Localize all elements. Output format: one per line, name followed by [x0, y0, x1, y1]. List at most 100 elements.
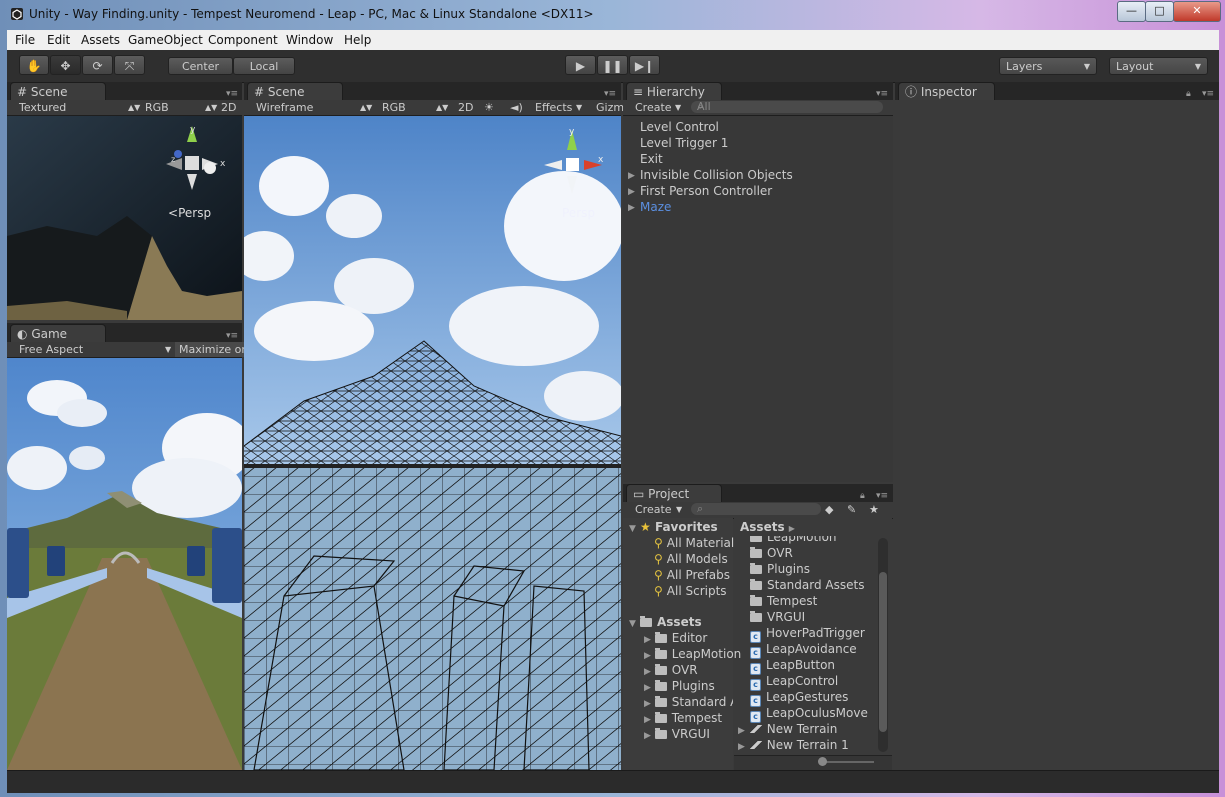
hierarchy-item-exit[interactable]: Exit — [640, 152, 663, 166]
lock-icon[interactable]: 🔒︎ — [1186, 89, 1191, 99]
hierarchy-item-level-control[interactable]: Level Control — [640, 120, 719, 134]
hierarchy-search-input[interactable]: ⌕ All — [691, 101, 883, 113]
breadcrumb[interactable]: Assets ▶ — [740, 520, 795, 534]
mode-2d-toggle[interactable]: 2D — [458, 100, 473, 115]
asset-folder[interactable]: ▶ Editor — [644, 631, 707, 645]
filter-by-label-icon[interactable]: ✎ — [847, 502, 856, 517]
close-button[interactable]: ✕ — [1173, 1, 1221, 22]
tab-game[interactable]: ◐ Game — [10, 324, 106, 342]
favorite-star-icon[interactable]: ★ — [869, 502, 879, 517]
menu-edit[interactable]: Edit — [47, 33, 70, 47]
hierarchy-item-maze[interactable]: Maze — [640, 200, 671, 214]
hierarchy-item-level-trigger[interactable]: Level Trigger 1 — [640, 136, 728, 150]
favorite-item[interactable]: ⚲ All Scripts — [654, 584, 727, 598]
projection-label[interactable]: Persp — [562, 206, 595, 220]
panel-menu-icon[interactable]: ▾≡ — [226, 89, 238, 99]
minimize-button[interactable]: — — [1117, 1, 1146, 22]
collapse-arrow-icon[interactable]: ▼ — [629, 524, 636, 534]
audio-toggle-icon[interactable]: ◄) — [510, 100, 523, 115]
favorites-header[interactable]: ★ Favorites — [640, 520, 718, 534]
hierarchy-item-invisible-collision-objects[interactable]: Invisible Collision Objects — [640, 168, 793, 182]
icon-size-slider-thumb[interactable] — [818, 757, 827, 766]
step-button[interactable]: ▶❙ — [629, 55, 660, 75]
icon-size-slider-track[interactable] — [820, 761, 874, 763]
tab-scene-main[interactable]: # Scene — [247, 82, 343, 100]
panel-menu-icon[interactable]: ▾≡ — [876, 491, 888, 501]
asset-folder[interactable]: ▶ Tempest — [644, 711, 722, 725]
file-item-folder[interactable]: Tempest — [750, 594, 817, 608]
asset-folder[interactable]: ▶ VRGUI — [644, 727, 710, 741]
tab-inspector[interactable]: ⓘ Inspector — [898, 82, 995, 100]
pivot-local-toggle[interactable]: Local — [233, 57, 295, 75]
effects-dropdown[interactable]: Effects — [535, 100, 572, 115]
menu-file[interactable]: File — [15, 33, 35, 47]
move-tool-button[interactable]: ✥ — [50, 55, 81, 75]
tab-scene-small[interactable]: # Scene — [10, 82, 106, 100]
favorite-item[interactable]: ⚲ All Material — [654, 536, 734, 550]
menu-component[interactable]: Component — [208, 33, 278, 47]
menu-window[interactable]: Window — [286, 33, 333, 47]
render-mode-dropdown[interactable]: Textured — [19, 100, 66, 115]
file-item-folder[interactable]: VRGUI — [750, 610, 805, 624]
file-item-script[interactable]: c HoverPadTrigger — [750, 626, 865, 643]
asset-folder[interactable]: ▶ Plugins — [644, 679, 715, 693]
gizmos-dropdown[interactable]: Gizm — [596, 100, 624, 115]
file-item-script[interactable]: c LeapOculusMove — [750, 706, 868, 723]
file-item-folder[interactable]: LeapMotion — [750, 536, 837, 544]
project-create-dropdown[interactable]: Create — [635, 502, 672, 517]
file-item-script[interactable]: c LeapGestures — [750, 690, 848, 707]
file-item-folder[interactable]: Plugins — [750, 562, 810, 576]
collapse-arrow-icon[interactable]: ▼ — [629, 619, 636, 629]
hierarchy-item-first-person-controller[interactable]: First Person Controller — [640, 184, 772, 198]
menu-help[interactable]: Help — [344, 33, 371, 47]
layers-dropdown[interactable]: Layers ▼ — [999, 57, 1097, 75]
tab-project[interactable]: ▭ Project — [626, 484, 722, 502]
expand-arrow-icon[interactable]: ▶ — [628, 203, 635, 213]
mode-2d-toggle[interactable]: 2D — [221, 100, 236, 115]
file-item-script[interactable]: c LeapButton — [750, 658, 835, 675]
projection-label[interactable]: <Persp — [168, 206, 211, 220]
maximize-on-play-toggle[interactable]: Maximize on — [175, 342, 246, 357]
menu-gameobject[interactable]: GameObject — [128, 33, 203, 47]
scene-gizmo-icon[interactable]: y x — [540, 124, 610, 204]
play-button[interactable]: ▶ — [565, 55, 596, 75]
project-search-input[interactable]: ⌕ — [691, 503, 821, 515]
pause-button[interactable]: ❚❚ — [597, 55, 628, 75]
menu-assets[interactable]: Assets — [81, 33, 120, 47]
project-scrollbar[interactable] — [878, 538, 888, 752]
file-item-folder[interactable]: Standard Assets — [750, 578, 864, 592]
file-item-terrain[interactable]: ▶ New Terrain 1 — [738, 738, 849, 752]
color-mode-dropdown[interactable]: RGB — [382, 100, 406, 115]
panel-menu-icon[interactable]: ▾≡ — [876, 89, 888, 99]
game-viewport[interactable] — [7, 358, 242, 770]
assets-tree-root[interactable]: Assets — [640, 615, 702, 629]
maximize-button[interactable]: □ — [1145, 1, 1174, 22]
tab-hierarchy[interactable]: ≡ Hierarchy — [626, 82, 722, 100]
favorite-item[interactable]: ⚲ All Models — [654, 552, 728, 566]
layout-dropdown[interactable]: Layout ▼ — [1109, 57, 1208, 75]
asset-folder[interactable]: ▶ OVR — [644, 663, 698, 677]
pivot-center-toggle[interactable]: Center — [168, 57, 233, 75]
rotate-tool-button[interactable]: ⟳ — [82, 55, 113, 75]
panel-menu-icon[interactable]: ▾≡ — [604, 89, 616, 99]
hand-tool-button[interactable]: ✋ — [19, 55, 49, 75]
file-item-terrain[interactable]: ▶ New Terrain — [738, 722, 837, 736]
file-item-script[interactable]: c LeapAvoidance — [750, 642, 857, 659]
panel-menu-icon[interactable]: ▾≡ — [226, 331, 238, 341]
scrollbar-thumb[interactable] — [879, 572, 887, 732]
file-item-folder[interactable]: OVR — [750, 546, 793, 560]
hierarchy-create-dropdown[interactable]: Create — [635, 100, 672, 115]
panel-menu-icon[interactable]: ▾≡ — [1202, 89, 1214, 99]
title-bar[interactable]: Unity - Way Finding.unity - Tempest Neur… — [0, 0, 1225, 30]
scene-gizmo-icon[interactable]: y z x — [160, 122, 230, 197]
aspect-dropdown[interactable]: Free Aspect — [19, 342, 83, 357]
asset-folder[interactable]: ▶ LeapMotion — [644, 647, 741, 661]
lighting-toggle-icon[interactable]: ☀ — [484, 100, 494, 115]
filter-by-type-icon[interactable]: ◆ — [825, 502, 833, 517]
expand-arrow-icon[interactable]: ▶ — [628, 187, 635, 197]
expand-arrow-icon[interactable]: ▶ — [628, 171, 635, 181]
lock-icon[interactable]: 🔒︎ — [860, 491, 865, 501]
render-mode-dropdown[interactable]: Wireframe — [256, 100, 313, 115]
scale-tool-button[interactable]: ⤧ — [114, 55, 145, 75]
color-mode-dropdown[interactable]: RGB — [145, 100, 169, 115]
